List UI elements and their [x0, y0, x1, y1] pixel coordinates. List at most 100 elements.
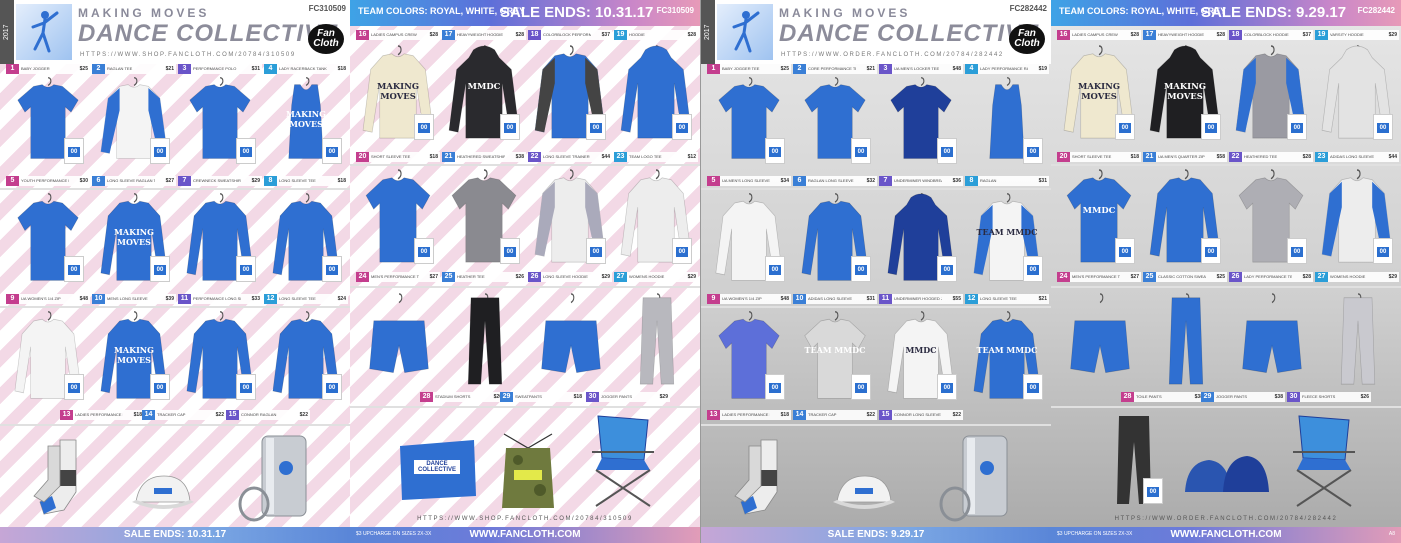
product-garment[interactable]	[536, 292, 606, 388]
product-label[interactable]: 3 UA MEN'S LOCKER TEE $48	[879, 64, 963, 74]
store-url-footer[interactable]: HTTPS://WWW.ORDER.FANCLOTH.COM/20784/282…	[1051, 516, 1401, 522]
folding-chair-product[interactable]	[584, 412, 662, 508]
socks-product[interactable]	[30, 436, 90, 520]
product-label[interactable]: 16 LADIES CAMPUS CREW $28	[1057, 30, 1141, 40]
product-label[interactable]: 26 LONG SLEEVE HOODIE $29	[528, 272, 612, 282]
store-url-footer[interactable]: HTTPS://WWW.SHOP.FANCLOTH.COM/20784/3105…	[350, 516, 700, 522]
product-label[interactable]: 22 LONG SLEEVE TRAINER $44	[528, 152, 612, 162]
product-number: 21	[1143, 152, 1156, 162]
product-label[interactable]: 22 HEATHERED TEE $28	[1229, 152, 1313, 162]
product-label[interactable]: 24MEN'S PERFORMANCE TEE $27	[356, 272, 440, 282]
product-label[interactable]: 16 LADIES CAMPUS CREW $28	[356, 30, 440, 40]
product-label[interactable]: 27 WOMENS HOODIE $29	[614, 272, 698, 282]
tumbler-product[interactable]	[937, 430, 1017, 522]
product-label[interactable]: 17 HEAVYWEIGHT HOODIE $28	[1143, 30, 1227, 40]
product-label[interactable]: 15 CONNOR LONG SLEEVE $22	[879, 410, 963, 420]
jersey-number: 00	[941, 265, 953, 275]
product-label[interactable]: 24MEN'S PERFORMANCE TEE $27	[1057, 272, 1141, 282]
tumbler-product[interactable]	[236, 430, 316, 522]
product-label[interactable]: 10 MENS LONG SLEEVE $39	[92, 294, 176, 304]
product-label[interactable]: 15 CONNOR RAGLAN $22	[226, 410, 310, 420]
number-back-thumbnail: 00	[765, 256, 785, 282]
brand-title: DANCE COLLECTIVE	[78, 20, 339, 47]
product-label[interactable]: 12 LONG SLEEVE TEE $21	[965, 294, 1049, 304]
product-label[interactable]: 14 TRACKER CAP $22	[793, 410, 877, 420]
product-price: $21	[1038, 296, 1047, 302]
product-label[interactable]: 30 FLEECE SHORTS $26	[1287, 392, 1371, 402]
product-label[interactable]: 7 CREWNECK SWEATSHIRT $29	[178, 176, 262, 186]
product-price: $18	[337, 178, 346, 184]
product-garment[interactable]	[1065, 292, 1135, 388]
product-label[interactable]: 17 HEAVYWEIGHT HOODIE $28	[442, 30, 526, 40]
store-url[interactable]: HTTPS://WWW.SHOP.FANCLOTH.COM/20784/3105…	[80, 52, 296, 58]
product-label[interactable]: 8 LONG SLEEVE TEE $18	[264, 176, 348, 186]
product-name: LADY RACERBACK TANK	[279, 66, 327, 71]
product-label[interactable]: 25CLASSIC COTTON SWEATSHIRT $25	[1143, 272, 1227, 282]
folding-chair-product[interactable]	[1285, 412, 1363, 508]
product-label[interactable]: 25 HEATHER TEE $26	[442, 272, 526, 282]
product-label[interactable]: 23 TEAM LOGO TEE $12	[614, 152, 698, 162]
footer-site[interactable]: WWW.FANCLOTH.COM	[1051, 529, 1401, 540]
product-label[interactable]: 27 WOMENS HOODIE $29	[1315, 272, 1399, 282]
product-label[interactable]: 30 JOGGER PANTS $29	[586, 392, 670, 402]
product-label[interactable]: 21 HEATHERED SWEATSHIRT $38	[442, 152, 526, 162]
product-label[interactable]: 28 STADIUM SHORTS $20	[420, 392, 504, 402]
cap-product[interactable]	[130, 470, 196, 514]
product-label[interactable]: 4LADY PERFORMANCE RACERBACK $19	[965, 64, 1049, 74]
product-label[interactable]: 8 RAGLAN $31	[965, 176, 1049, 186]
product-name: TRACKER CAP	[157, 412, 186, 417]
product-label[interactable]: 4 LADY RACERBACK TANK $18	[264, 64, 348, 74]
product-label[interactable]: 13LADIES PERFORMANCE POLO $18	[707, 410, 791, 420]
product-garment[interactable]	[1151, 292, 1221, 388]
product-label[interactable]: 6 RAGLAN LONG SLEEVE $32	[793, 176, 877, 186]
cap-product[interactable]	[831, 470, 897, 514]
product-number: 20	[356, 152, 369, 162]
product-garment[interactable]	[1323, 292, 1393, 388]
product-label[interactable]: 1 BABY JOGGER TEE $25	[707, 64, 791, 74]
catalog-spread-2: 2017 MAKING MOVES DANCE COLLECTIVE HTTPS://…	[701, 0, 1401, 543]
product-garment[interactable]	[1237, 292, 1307, 388]
product-label[interactable]: 23 ADIDAS LONG SLEEVE $44	[1315, 152, 1399, 162]
drawstring-bag-product[interactable]	[498, 428, 558, 512]
catalog-code: FC310509	[308, 4, 346, 13]
product-label[interactable]: 9 UA WOMEN'S 1/4 ZIP $48	[707, 294, 791, 304]
product-label[interactable]: 11UNDERMINER HOODED JACKET $55	[879, 294, 963, 304]
product-label[interactable]: 19 HOODIE $28	[614, 30, 698, 40]
product-label[interactable]: 29 JOGGER PANTS $38	[1201, 392, 1285, 402]
product-label[interactable]: 7UNDERMINER WINDBREAKER $36	[879, 176, 963, 186]
product-garment[interactable]	[450, 292, 520, 388]
product-number: 10	[793, 294, 806, 304]
product-label[interactable]: 10 ADIDAS LONG SLEEVE $31	[793, 294, 877, 304]
product-garment[interactable]	[364, 292, 434, 388]
product-label[interactable]: 5 UA MEN'S LONG SLEEVE $34	[707, 176, 791, 186]
product-label[interactable]: 1 BABY JOGGER $25	[6, 64, 90, 74]
socks-product[interactable]	[731, 436, 791, 520]
product-name: PERFORMANCE POLO	[193, 66, 237, 71]
product-label[interactable]: 11PERFORMANCE LONG SLEEVE $33	[178, 294, 262, 304]
brand-title: DANCE COLLECTIVE	[779, 20, 1040, 47]
product-label[interactable]: 6LONG SLEEVE RAGLAN TEE $27	[92, 176, 176, 186]
beanie-product[interactable]	[1181, 452, 1271, 500]
product-garment[interactable]	[622, 292, 692, 388]
product-label[interactable]: 19 VARSITY HOODIE $29	[1315, 30, 1399, 40]
product-label[interactable]: 18 COLORBLOCK HOODIE $37	[1229, 30, 1313, 40]
product-label[interactable]: 18COLORBLOCK PERFORMANCE $37	[528, 30, 612, 40]
product-label[interactable]: 28 TOILE PANTS $38	[1121, 392, 1205, 402]
product-label[interactable]: 20 SHORT SLEEVE TEE $18	[356, 152, 440, 162]
blanket-product[interactable]: DANCE COLLECTIVE	[396, 436, 478, 502]
store-url[interactable]: HTTPS://WWW.ORDER.FANCLOTH.COM/20784/282…	[781, 52, 1004, 58]
product-label[interactable]: 5YOUTH PERFORMANCE LS TEE $30	[6, 176, 90, 186]
footer-site[interactable]: WWW.FANCLOTH.COM	[350, 529, 700, 540]
product-label[interactable]: 2 CORE PERFORMANCE TEE $21	[793, 64, 877, 74]
product-label[interactable]: 29 SWEATPANTS $18	[500, 392, 584, 402]
product-label[interactable]: 3 PERFORMANCE POLO $31	[178, 64, 262, 74]
product-label[interactable]: 2 RAGLAN TEE $21	[92, 64, 176, 74]
product-label[interactable]: 13LADIES PERFORMANCE POLO $18	[60, 410, 144, 420]
product-label[interactable]: 21 UA MEN'S QUARTER ZIP $58	[1143, 152, 1227, 162]
product-label[interactable]: 12 LONG SLEEVE TEE $24	[264, 294, 348, 304]
product-number: 26	[528, 272, 541, 282]
product-label[interactable]: 14 TRACKER CAP $22	[142, 410, 226, 420]
product-label[interactable]: 26 LADY PERFORMANCE TEE $28	[1229, 272, 1313, 282]
product-label[interactable]: 9 UA WOMEN'S 1/4 ZIP $48	[6, 294, 90, 304]
product-label[interactable]: 20 SHORT SLEEVE TEE $18	[1057, 152, 1141, 162]
